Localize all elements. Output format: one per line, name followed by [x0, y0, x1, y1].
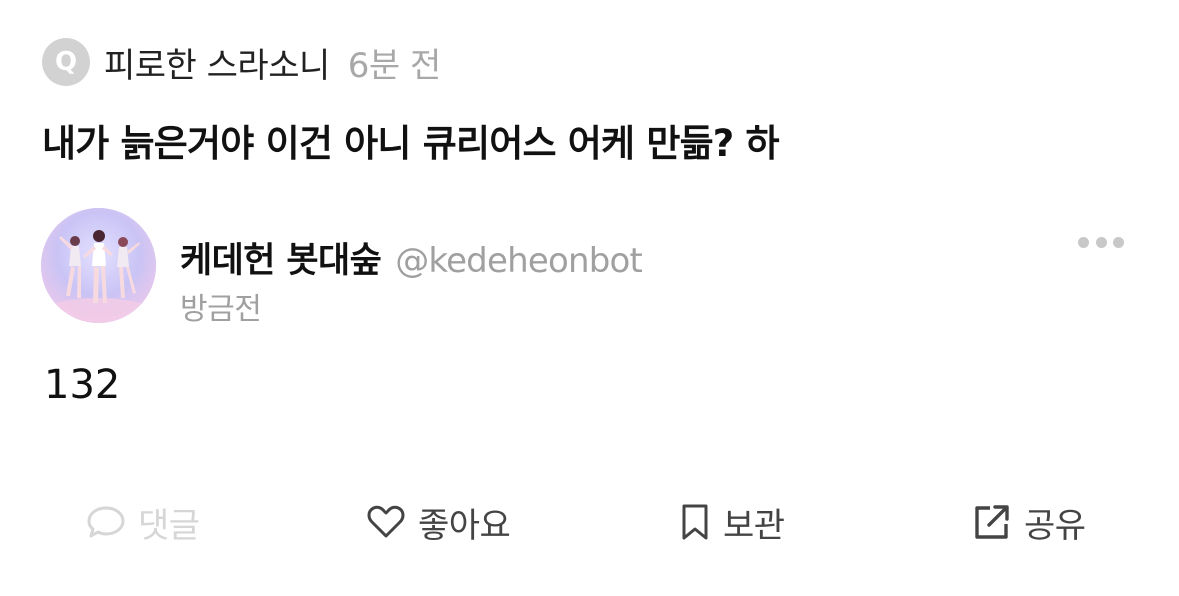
answer-time: 방금전 — [180, 292, 262, 327]
action-bar: 댓글 좋아요 보관 공유 — [0, 492, 1179, 552]
comment-label: 댓글 — [138, 505, 200, 546]
bookmark-icon — [682, 504, 708, 540]
share-label: 공유 — [1024, 505, 1086, 546]
heart-icon — [367, 505, 405, 538]
more-dot — [1113, 236, 1124, 248]
question-badge-icon: Q — [42, 38, 90, 86]
like-label: 좋아요 — [418, 505, 511, 546]
profile-avatar-image — [41, 208, 156, 323]
question-header: Q 피로한 스라소니 6분 전 — [42, 38, 441, 86]
share-icon — [975, 505, 1009, 539]
save-label: 보관 — [723, 505, 785, 546]
question-text: 내가 늙은거야 이건 아니 큐리어스 어케 만듦? 하 — [42, 122, 780, 165]
save-button[interactable]: 보관 — [679, 492, 785, 552]
more-options-icon[interactable] — [1078, 234, 1124, 250]
share-button[interactable]: 공유 — [972, 492, 1086, 552]
answer-handle[interactable]: @kedeheonbot — [395, 241, 643, 281]
answer-display-name[interactable]: 케데헌 봇대숲 — [180, 232, 382, 283]
more-dot — [1078, 236, 1089, 248]
post-card: Q 피로한 스라소니 6분 전 내가 늙은거야 이건 아니 큐리어스 어케 만듦… — [0, 0, 1179, 596]
answer-body: 132 — [44, 362, 121, 408]
like-button[interactable]: 좋아요 — [366, 492, 511, 552]
question-time: 6분 전 — [347, 45, 442, 86]
comment-button[interactable]: 댓글 — [86, 492, 200, 552]
answer-author-row: 케데헌 봇대숲 @kedeheonbot — [180, 232, 643, 283]
question-author[interactable]: 피로한 스라소니 — [104, 38, 330, 87]
avatar[interactable] — [41, 208, 156, 323]
comment-icon — [87, 506, 125, 538]
more-dot — [1095, 236, 1107, 248]
